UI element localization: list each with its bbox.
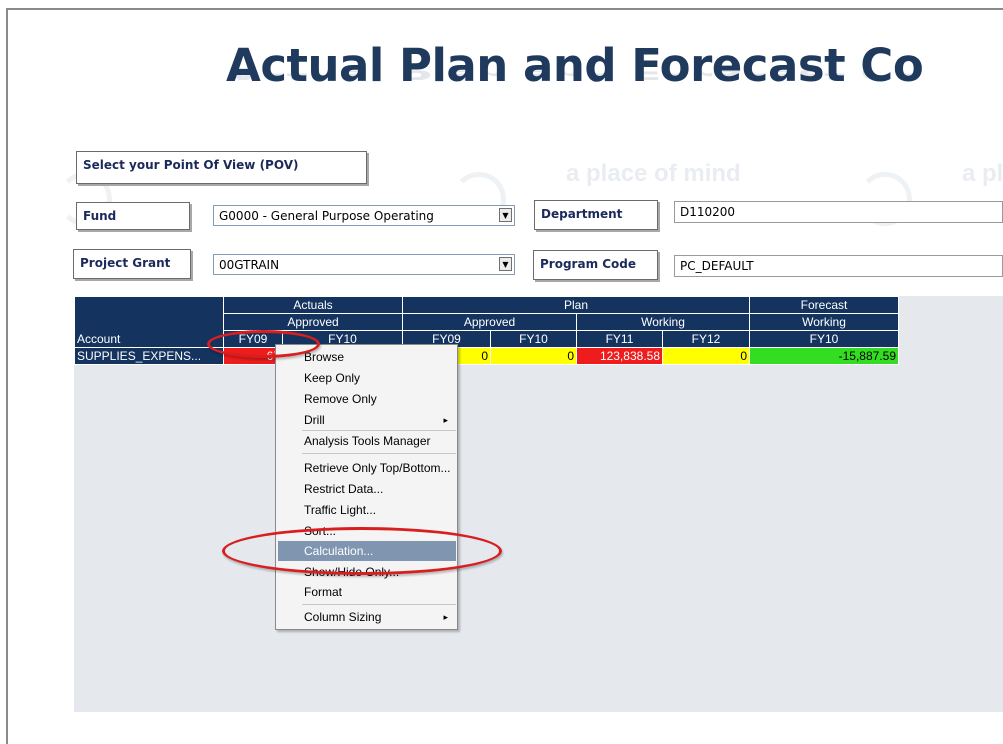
- grid-corner: [74, 313, 224, 331]
- menu-item-label: Drill: [304, 413, 325, 427]
- menu-item-remove-only[interactable]: Remove Only: [278, 389, 456, 409]
- menu-item-label: Retrieve Only Top/Bottom...: [304, 461, 451, 475]
- menu-item-label: Format: [304, 585, 343, 599]
- menu-item-format[interactable]: Format: [278, 582, 456, 602]
- project-grant-select[interactable]: 00GTRAIN ▼: [213, 254, 515, 275]
- group-header-actuals: Actuals: [223, 296, 403, 314]
- data-cell[interactable]: 0: [490, 347, 577, 365]
- data-cell[interactable]: 0: [662, 347, 750, 365]
- menu-item-label: Column Sizing: [304, 610, 382, 624]
- fund-select-value: G0000 - General Purpose Operating: [219, 209, 434, 223]
- menu-item-drill[interactable]: Drill ▸: [278, 410, 456, 430]
- column-header[interactable]: FY11: [576, 330, 663, 348]
- annotation-ellipse-calculation: [222, 527, 502, 575]
- fund-label: Fund: [76, 202, 190, 230]
- program-code-field[interactable]: PC_DEFAULT: [674, 255, 1003, 277]
- table-row: SUPPLIES_EXPENS... 67 0 0 123,838.58 0 -…: [74, 347, 899, 365]
- data-cell[interactable]: -15,887.59: [749, 347, 899, 365]
- group-header-forecast: Forecast: [749, 296, 899, 314]
- menu-item-label: Restrict Data...: [304, 482, 384, 496]
- group-header-plan: Plan: [402, 296, 750, 314]
- annotation-ellipse-fy09: [207, 330, 320, 358]
- menu-item-label: Traffic Light...: [304, 503, 377, 517]
- menu-item-label: Remove Only: [304, 392, 377, 406]
- watermark-text: a place of mind: [962, 160, 1003, 187]
- fund-select[interactable]: G0000 - General Purpose Operating ▼: [213, 205, 515, 226]
- menu-item-restrict-data[interactable]: Restrict Data...: [278, 479, 456, 499]
- menu-item-label: Analysis Tools Manager: [304, 434, 431, 448]
- menu-item-retrieve-only-top-bottom[interactable]: Retrieve Only Top/Bottom...: [278, 458, 456, 478]
- dropdown-arrow-icon[interactable]: ▼: [499, 257, 512, 271]
- data-grid: Actuals Plan Forecast Approved Approved …: [74, 296, 899, 365]
- subgroup-header: Approved: [402, 313, 577, 331]
- context-menu: Browse Keep Only Remove Only Drill ▸ Anal…: [275, 344, 458, 630]
- program-code-label: Program Code: [533, 250, 658, 280]
- dropdown-arrow-icon[interactable]: ▼: [499, 208, 512, 222]
- page-title-reflection: Actual Plan and Forecast Co: [226, 70, 924, 85]
- menu-separator: [302, 604, 456, 605]
- column-header[interactable]: FY12: [662, 330, 750, 348]
- column-header[interactable]: FY10: [490, 330, 577, 348]
- subgroup-header: Working: [576, 313, 750, 331]
- department-field[interactable]: D110200: [674, 201, 1003, 223]
- menu-item-analysis-tools-manager[interactable]: Analysis Tools Manager: [278, 431, 456, 451]
- data-cell[interactable]: 123,838.58: [576, 347, 663, 365]
- column-header[interactable]: FY10: [749, 330, 899, 348]
- menu-item-label: Keep Only: [304, 371, 361, 385]
- submenu-arrow-icon: ▸: [443, 612, 448, 622]
- watermark-text: a place of mind: [566, 160, 741, 187]
- account-cell[interactable]: SUPPLIES_EXPENS...: [74, 347, 224, 365]
- project-grant-select-value: 00GTRAIN: [219, 258, 280, 272]
- menu-item-column-sizing[interactable]: Column Sizing ▸: [278, 607, 456, 627]
- row-header-label: Account: [74, 330, 224, 348]
- department-label: Department: [534, 200, 658, 230]
- subgroup-header: Approved: [223, 313, 403, 331]
- menu-item-traffic-light[interactable]: Traffic Light...: [278, 500, 456, 520]
- page-title: Actual Plan and Forecast Co: [226, 39, 924, 92]
- menu-item-keep-only[interactable]: Keep Only: [278, 368, 456, 388]
- menu-item-label: Browse: [304, 350, 345, 364]
- select-pov-button[interactable]: Select your Point Of View (POV): [76, 151, 367, 184]
- menu-separator: [302, 453, 456, 454]
- submenu-arrow-icon: ▸: [443, 415, 448, 425]
- subgroup-header: Working: [749, 313, 899, 331]
- project-grant-label: Project Grant: [73, 249, 191, 279]
- grid-corner: [74, 296, 224, 314]
